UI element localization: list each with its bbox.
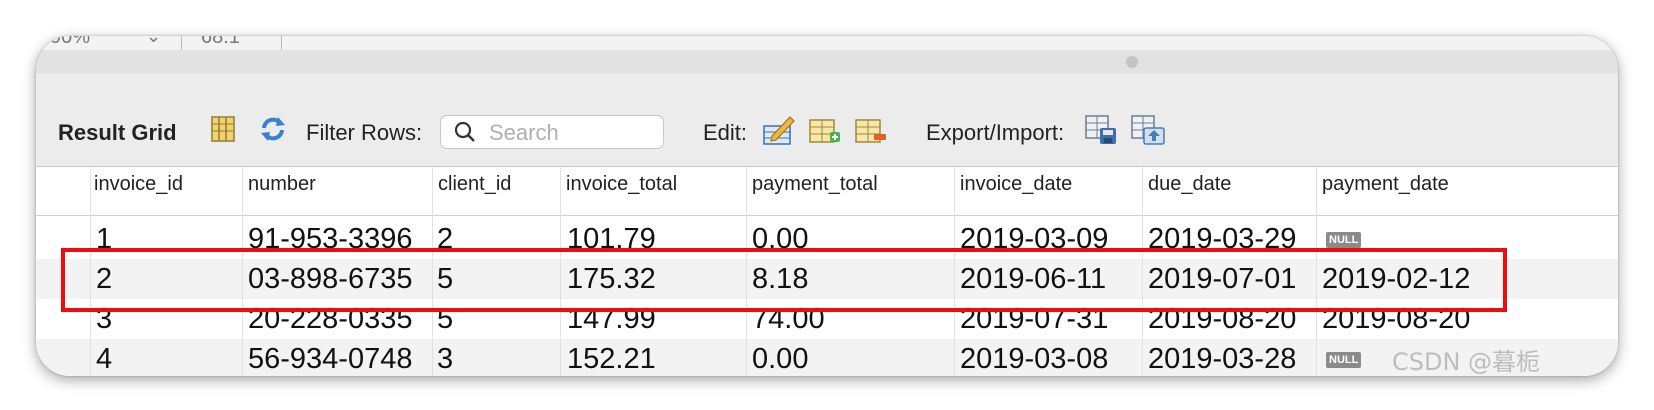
table-cell[interactable]: 56-934-0748 [248,339,412,376]
table-cell[interactable]: 0.00 [752,219,808,259]
table-cell[interactable]: 91-953-3396 [248,219,412,259]
table-cell[interactable]: 3 [437,339,453,376]
column-divider [746,167,747,376]
table-cell[interactable]: 147.99 [567,299,656,339]
import-icon[interactable] [1130,114,1166,146]
table-cell[interactable]: 2019-03-28 [1148,339,1296,376]
cursor-position: 68:1 [201,36,240,48]
table-cell[interactable]: 74.00 [752,299,825,339]
divider [281,36,282,50]
result-grid-label: Result Grid [58,120,177,145]
table-cell[interactable]: 2019-02-12 [1322,259,1470,299]
divider [181,36,182,50]
column-divider [90,167,91,376]
table-cell[interactable]: 4 [96,339,112,376]
null-badge: NULL [1326,232,1362,249]
export-import-label: Export/Import: [926,120,1065,145]
table-cell[interactable]: 101.79 [567,219,656,259]
table-cell[interactable]: 0.00 [752,339,808,376]
edit-label: Edit: [703,120,748,145]
table-row-highlighted[interactable]: 3 20-228-0335 5 147.99 74.00 2019-07-31 … [36,299,1618,339]
result-grid-table: invoice_id number client_id invoice_tota… [36,167,1618,376]
column-header[interactable]: number [248,173,316,196]
column-header[interactable]: payment_date [1322,173,1449,196]
chevron-down-icon[interactable]: ⌄ [146,36,161,47]
result-toolbar: Result Grid Filter Rows: Search Edit: Ex… [36,74,1618,167]
table-cell[interactable]: 175.32 [567,259,656,299]
table-cell[interactable]: 5 [437,299,453,339]
table-cell[interactable]: 2019-07-01 [1148,259,1296,299]
table-cell[interactable]: 2 [96,259,112,299]
column-header[interactable]: invoice_date [960,173,1072,196]
panel-splitter[interactable] [36,50,1618,74]
column-header[interactable]: client_id [438,173,511,196]
filter-search-input[interactable]: Search [440,115,664,149]
table-cell[interactable]: NULL [1322,339,1362,376]
table-cell[interactable]: 1 [96,219,112,259]
column-divider [1316,167,1317,376]
search-icon [454,121,475,142]
column-header[interactable]: due_date [1148,173,1231,196]
column-divider [954,167,955,376]
splitter-handle[interactable] [1126,56,1138,68]
edit-row-icon[interactable] [762,114,796,146]
refresh-icon[interactable] [258,114,288,144]
result-grid-panel: 90% ⌄ 68:1 Result Grid Filter Rows: Sear… [36,36,1618,376]
editor-status-strip: 90% ⌄ 68:1 [36,36,1618,51]
table-cell[interactable]: 20-228-0335 [248,299,412,339]
table-cell[interactable]: NULL [1322,219,1362,259]
table-cell[interactable]: 8.18 [752,259,808,299]
column-divider [1142,167,1143,376]
delete-row-icon[interactable] [854,114,888,146]
column-header[interactable]: invoice_id [94,173,183,196]
column-header[interactable]: payment_total [752,173,878,196]
null-badge: NULL [1326,352,1362,369]
table-cell[interactable]: 3 [96,299,112,339]
table-cell[interactable]: 2019-08-20 [1148,299,1296,339]
column-header[interactable]: invoice_total [566,173,677,196]
table-cell[interactable]: 2019-06-11 [960,259,1106,299]
table-row[interactable]: 4 56-934-0748 3 152.21 0.00 2019-03-08 2… [36,339,1618,376]
grid-layout-icon[interactable] [208,114,238,144]
table-cell[interactable]: 2019-07-31 [960,299,1108,339]
zoom-level[interactable]: 90% [50,36,90,49]
table-cell[interactable]: 2019-03-08 [960,339,1108,376]
filter-rows-label: Filter Rows: [306,120,423,145]
table-row[interactable]: 2 03-898-6735 5 175.32 8.18 2019-06-11 2… [36,259,1618,299]
table-cell[interactable]: 2019-03-29 [1148,219,1296,259]
column-divider [432,167,433,376]
table-cell[interactable]: 2 [437,219,453,259]
table-cell[interactable]: 2019-08-20 [1322,299,1470,339]
watermark: CSDN @暮栀 [1392,348,1541,376]
column-divider [560,167,561,376]
search-placeholder: Search [489,120,559,145]
column-divider [242,167,243,376]
add-row-icon[interactable] [808,114,842,146]
table-cell[interactable]: 03-898-6735 [248,259,412,299]
table-row[interactable]: 1 91-953-3396 2 101.79 0.00 2019-03-09 2… [36,219,1618,259]
table-cell[interactable]: 5 [437,259,453,299]
table-header: invoice_id number client_id invoice_tota… [36,167,1618,216]
export-icon[interactable] [1084,114,1118,146]
table-cell[interactable]: 152.21 [567,339,656,376]
table-cell[interactable]: 2019-03-09 [960,219,1108,259]
